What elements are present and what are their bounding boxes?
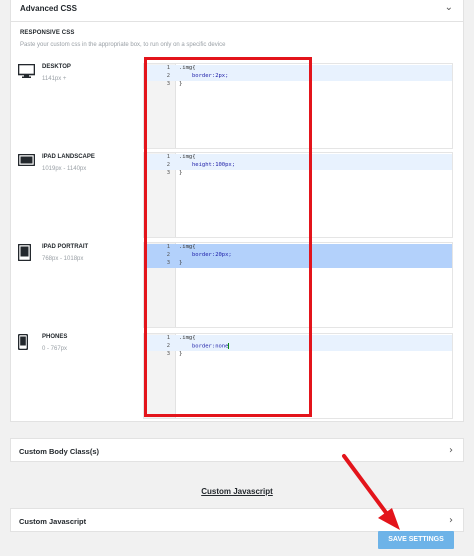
device-range: 1141px +: [42, 76, 67, 82]
chevron-right-icon[interactable]: ›: [449, 515, 453, 526]
chevron-right-icon[interactable]: ›: [449, 445, 453, 456]
highlight-annotation-box: [144, 57, 312, 417]
custom-body-class-label: Custom Body Class(s): [19, 447, 100, 456]
save-settings-button[interactable]: SAVE SETTINGS: [378, 531, 454, 549]
chevron-down-icon[interactable]: ⌄: [445, 2, 453, 13]
device-name: IPAD PORTRAIT: [42, 244, 89, 250]
tablet-landscape-icon: [18, 154, 35, 166]
device-range: 1019px - 1140px: [42, 166, 87, 172]
advanced-css-title: Advanced CSS: [20, 4, 77, 13]
custom-javascript-label: Custom Javascript: [19, 517, 87, 526]
device-name: IPAD LANDSCAPE: [42, 154, 95, 160]
arrow-annotation-icon: [342, 454, 400, 530]
device-range: 0 - 767px: [42, 346, 68, 352]
device-name: PHONES: [42, 334, 68, 340]
tablet-portrait-icon: [18, 244, 31, 261]
desktop-icon: [18, 64, 35, 78]
device-name: DESKTOP: [42, 64, 71, 70]
phone-icon: [18, 334, 28, 350]
advanced-css-header[interactable]: Advanced CSS ⌄: [10, 0, 464, 22]
section-title: RESPONSIVE CSS: [20, 30, 75, 36]
device-range: 768px - 1018px: [42, 256, 84, 262]
section-description: Paste your custom css in the appropriate…: [20, 42, 226, 48]
